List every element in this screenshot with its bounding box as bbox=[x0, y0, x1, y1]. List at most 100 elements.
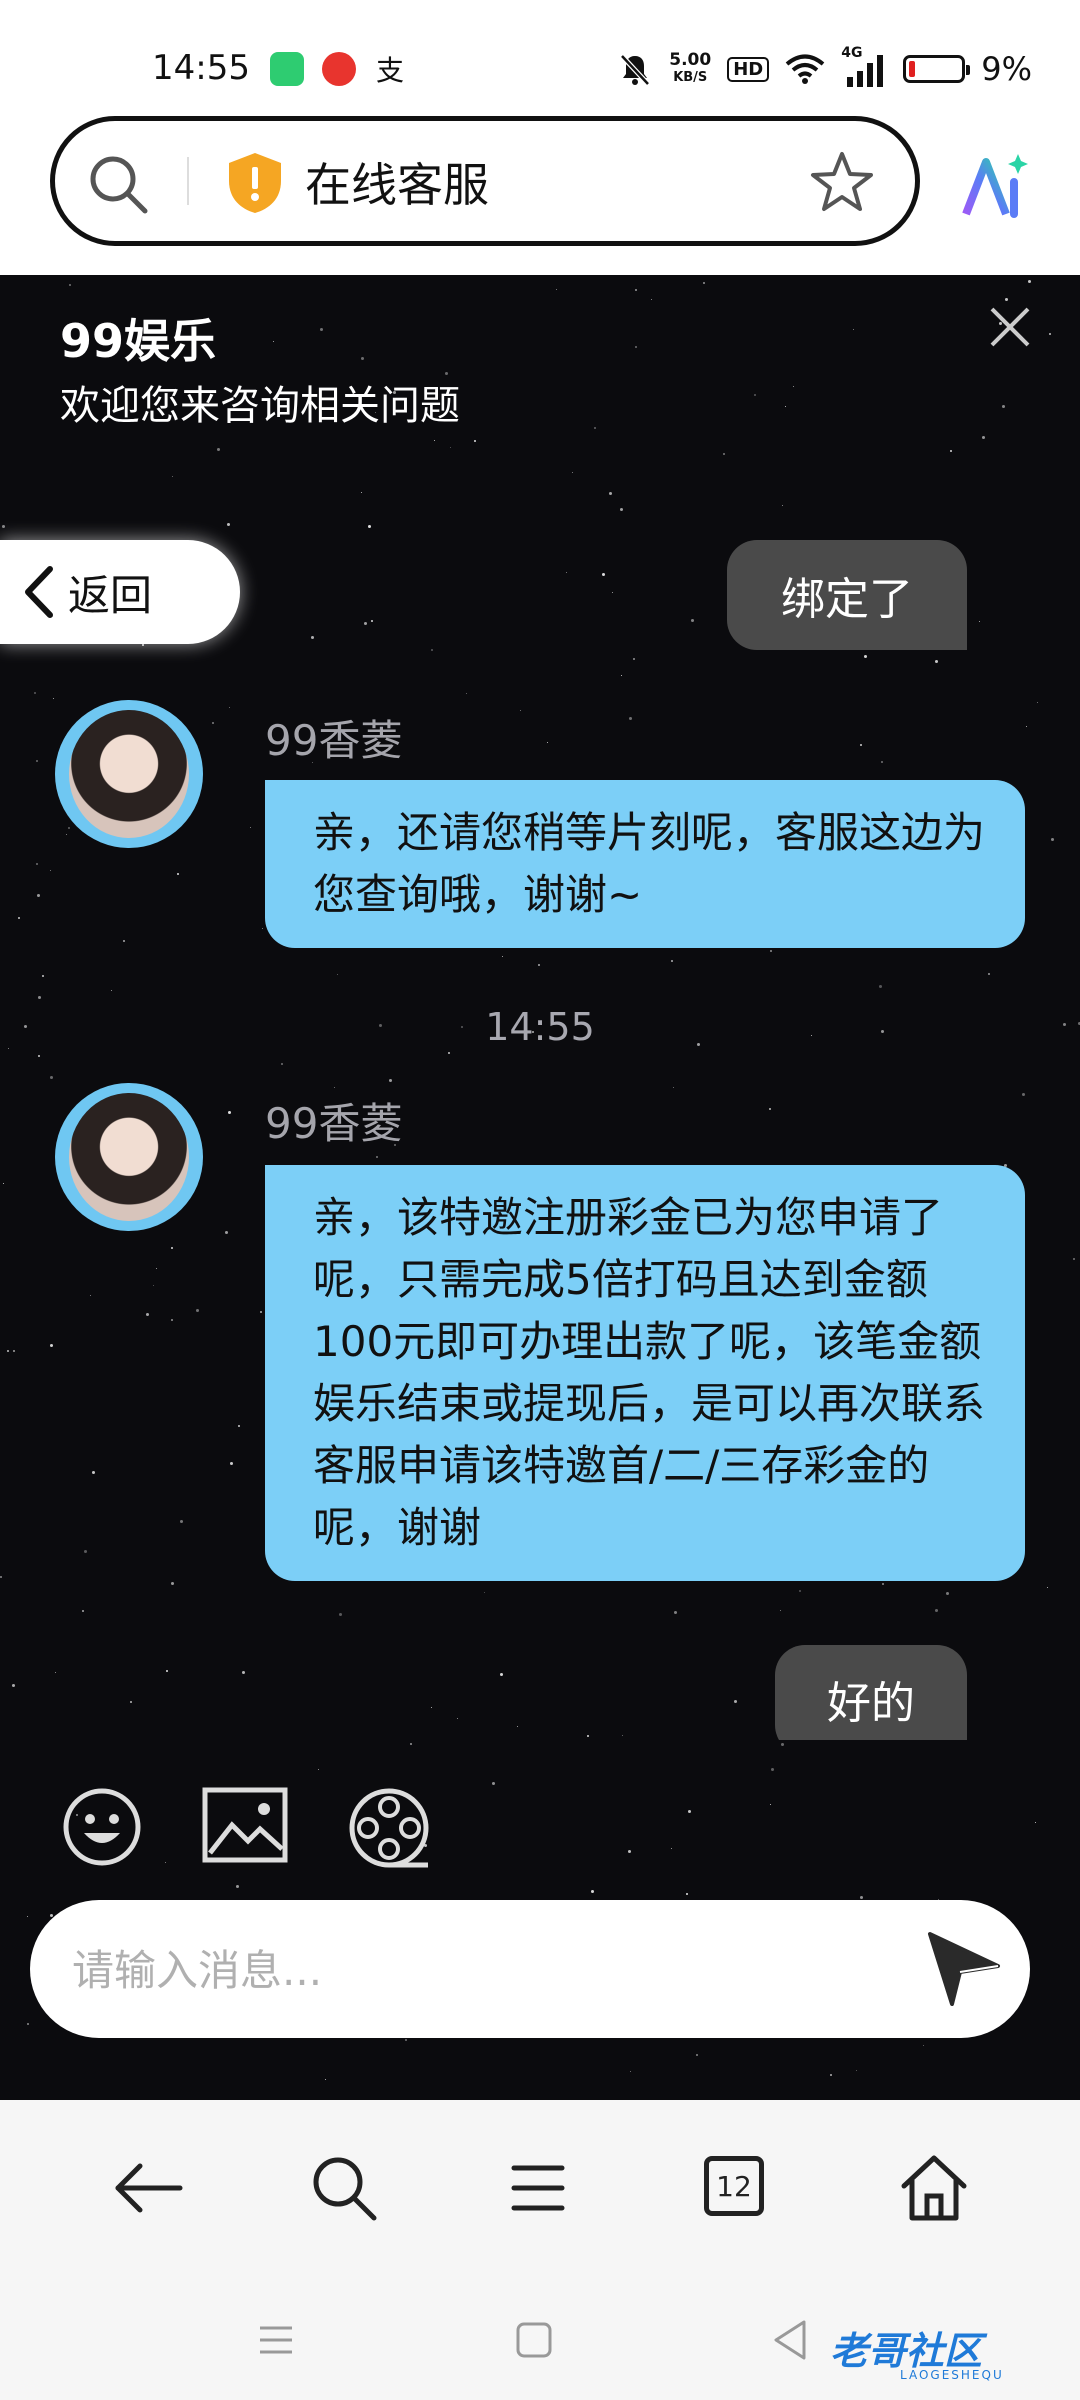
star-dot bbox=[371, 620, 373, 622]
agent-avatar[interactable] bbox=[55, 700, 203, 848]
star-dot bbox=[621, 675, 622, 676]
star-dot bbox=[754, 394, 756, 396]
star-dot bbox=[620, 508, 623, 511]
back-triangle-icon[interactable] bbox=[770, 2318, 810, 2362]
star-dot bbox=[686, 1893, 688, 1895]
star-dot bbox=[594, 427, 596, 429]
star-dot bbox=[671, 1848, 672, 1849]
star-dot bbox=[262, 928, 263, 929]
star-dot bbox=[84, 1550, 87, 1553]
star-dot bbox=[635, 289, 637, 291]
star-dot bbox=[92, 1471, 95, 1474]
star-dot bbox=[1051, 838, 1054, 841]
star-dot bbox=[50, 1076, 53, 1079]
home-square-icon[interactable] bbox=[514, 2320, 554, 2360]
star-dot bbox=[1049, 333, 1051, 335]
status-right: 5.00 KB/S HD 4G 9% bbox=[617, 45, 1032, 88]
star-dot bbox=[361, 357, 364, 360]
agent-message-bubble: 亲，还请您稍等片刻呢，客服这边为您查询哦，谢谢~ bbox=[265, 780, 1025, 948]
message-scroll-clip: 好的 bbox=[0, 1645, 1080, 1740]
emoji-icon[interactable] bbox=[62, 1787, 142, 1867]
star-dot bbox=[881, 761, 883, 763]
video-reel-icon[interactable] bbox=[348, 1787, 430, 1869]
agent-avatar[interactable] bbox=[55, 1083, 203, 1231]
send-icon[interactable] bbox=[924, 1928, 1004, 2008]
star-dot bbox=[950, 450, 952, 452]
home-icon[interactable] bbox=[898, 2152, 970, 2224]
star-dot bbox=[651, 299, 652, 300]
star-dot bbox=[882, 1583, 884, 1585]
star-dot bbox=[629, 717, 632, 720]
star-dot bbox=[988, 973, 990, 975]
star-dot bbox=[466, 693, 467, 694]
star-dot bbox=[484, 1592, 485, 1593]
star-dot bbox=[853, 329, 854, 330]
star-dot bbox=[879, 985, 882, 988]
star-dot bbox=[591, 1890, 594, 1893]
alipay-icon: 支 bbox=[376, 54, 404, 86]
my-message-bubble: 好的 bbox=[775, 1645, 967, 1740]
net-speed-unit: KB/S bbox=[673, 70, 708, 85]
star-dot bbox=[68, 827, 70, 829]
image-icon[interactable] bbox=[202, 1787, 288, 1863]
star-dot bbox=[410, 1743, 412, 1745]
star-dot bbox=[1026, 726, 1027, 727]
tabs-count-button[interactable]: 12 bbox=[704, 2156, 764, 2216]
star-dot bbox=[1047, 1587, 1048, 1588]
star-dot bbox=[448, 1052, 450, 1054]
star-dot bbox=[228, 1111, 231, 1114]
battery-icon bbox=[903, 55, 971, 83]
star-dot bbox=[830, 2074, 832, 2076]
back-button[interactable]: 返回 bbox=[0, 540, 240, 644]
star-dot bbox=[696, 2054, 698, 2056]
star-dot bbox=[1028, 280, 1031, 283]
search-icon[interactable] bbox=[308, 2152, 380, 2224]
star-dot bbox=[609, 492, 612, 495]
star-dot bbox=[36, 863, 38, 865]
star-dot bbox=[780, 1610, 781, 1611]
address-field[interactable]: 在线客服 bbox=[50, 116, 920, 246]
ai-assistant-icon[interactable] bbox=[958, 152, 1028, 222]
star-dot bbox=[38, 1055, 40, 1057]
back-arrow-icon[interactable] bbox=[112, 2152, 184, 2224]
star-dot bbox=[2, 525, 5, 528]
bookmark-star-icon[interactable] bbox=[809, 149, 875, 215]
net-speed: 5.00 KB/S bbox=[669, 51, 711, 87]
star-dot bbox=[1022, 1093, 1025, 1096]
star-dot bbox=[260, 1311, 262, 1313]
star-dot bbox=[250, 827, 251, 828]
star-dot bbox=[82, 1610, 84, 1612]
star-dot bbox=[171, 1582, 174, 1585]
star-dot bbox=[339, 1613, 342, 1616]
star-dot bbox=[27, 1916, 28, 1917]
star-dot bbox=[671, 960, 673, 962]
star-dot bbox=[225, 1231, 228, 1234]
search-icon[interactable] bbox=[87, 153, 149, 215]
star-dot bbox=[212, 722, 214, 724]
star-dot bbox=[50, 870, 51, 871]
star-dot bbox=[34, 692, 36, 694]
agent-name: 99香菱 bbox=[265, 1099, 403, 1148]
star-dot bbox=[42, 975, 44, 977]
star-dot bbox=[27, 2023, 29, 2025]
star-dot bbox=[782, 505, 783, 506]
star-dot bbox=[572, 472, 573, 473]
message-input-box bbox=[30, 1900, 1030, 2038]
security-shield-icon[interactable] bbox=[225, 151, 285, 215]
close-icon[interactable] bbox=[988, 305, 1032, 349]
star-dot bbox=[1035, 1822, 1036, 1823]
mute-bell-icon bbox=[620, 54, 651, 86]
message-input[interactable] bbox=[70, 1930, 894, 2010]
star-dot bbox=[450, 447, 451, 448]
star-dot bbox=[0, 1576, 2, 1578]
watermark-subtext: LAOGESHEQU bbox=[900, 2368, 1004, 2382]
star-dot bbox=[547, 742, 548, 743]
star-dot bbox=[434, 440, 435, 441]
star-dot bbox=[538, 964, 540, 966]
menu-icon[interactable] bbox=[502, 2152, 574, 2224]
star-dot bbox=[1073, 1258, 1075, 1260]
star-dot bbox=[318, 1769, 319, 1770]
star-dot bbox=[37, 894, 40, 897]
recent-apps-icon[interactable] bbox=[256, 2320, 296, 2360]
star-dot bbox=[771, 1768, 774, 1771]
